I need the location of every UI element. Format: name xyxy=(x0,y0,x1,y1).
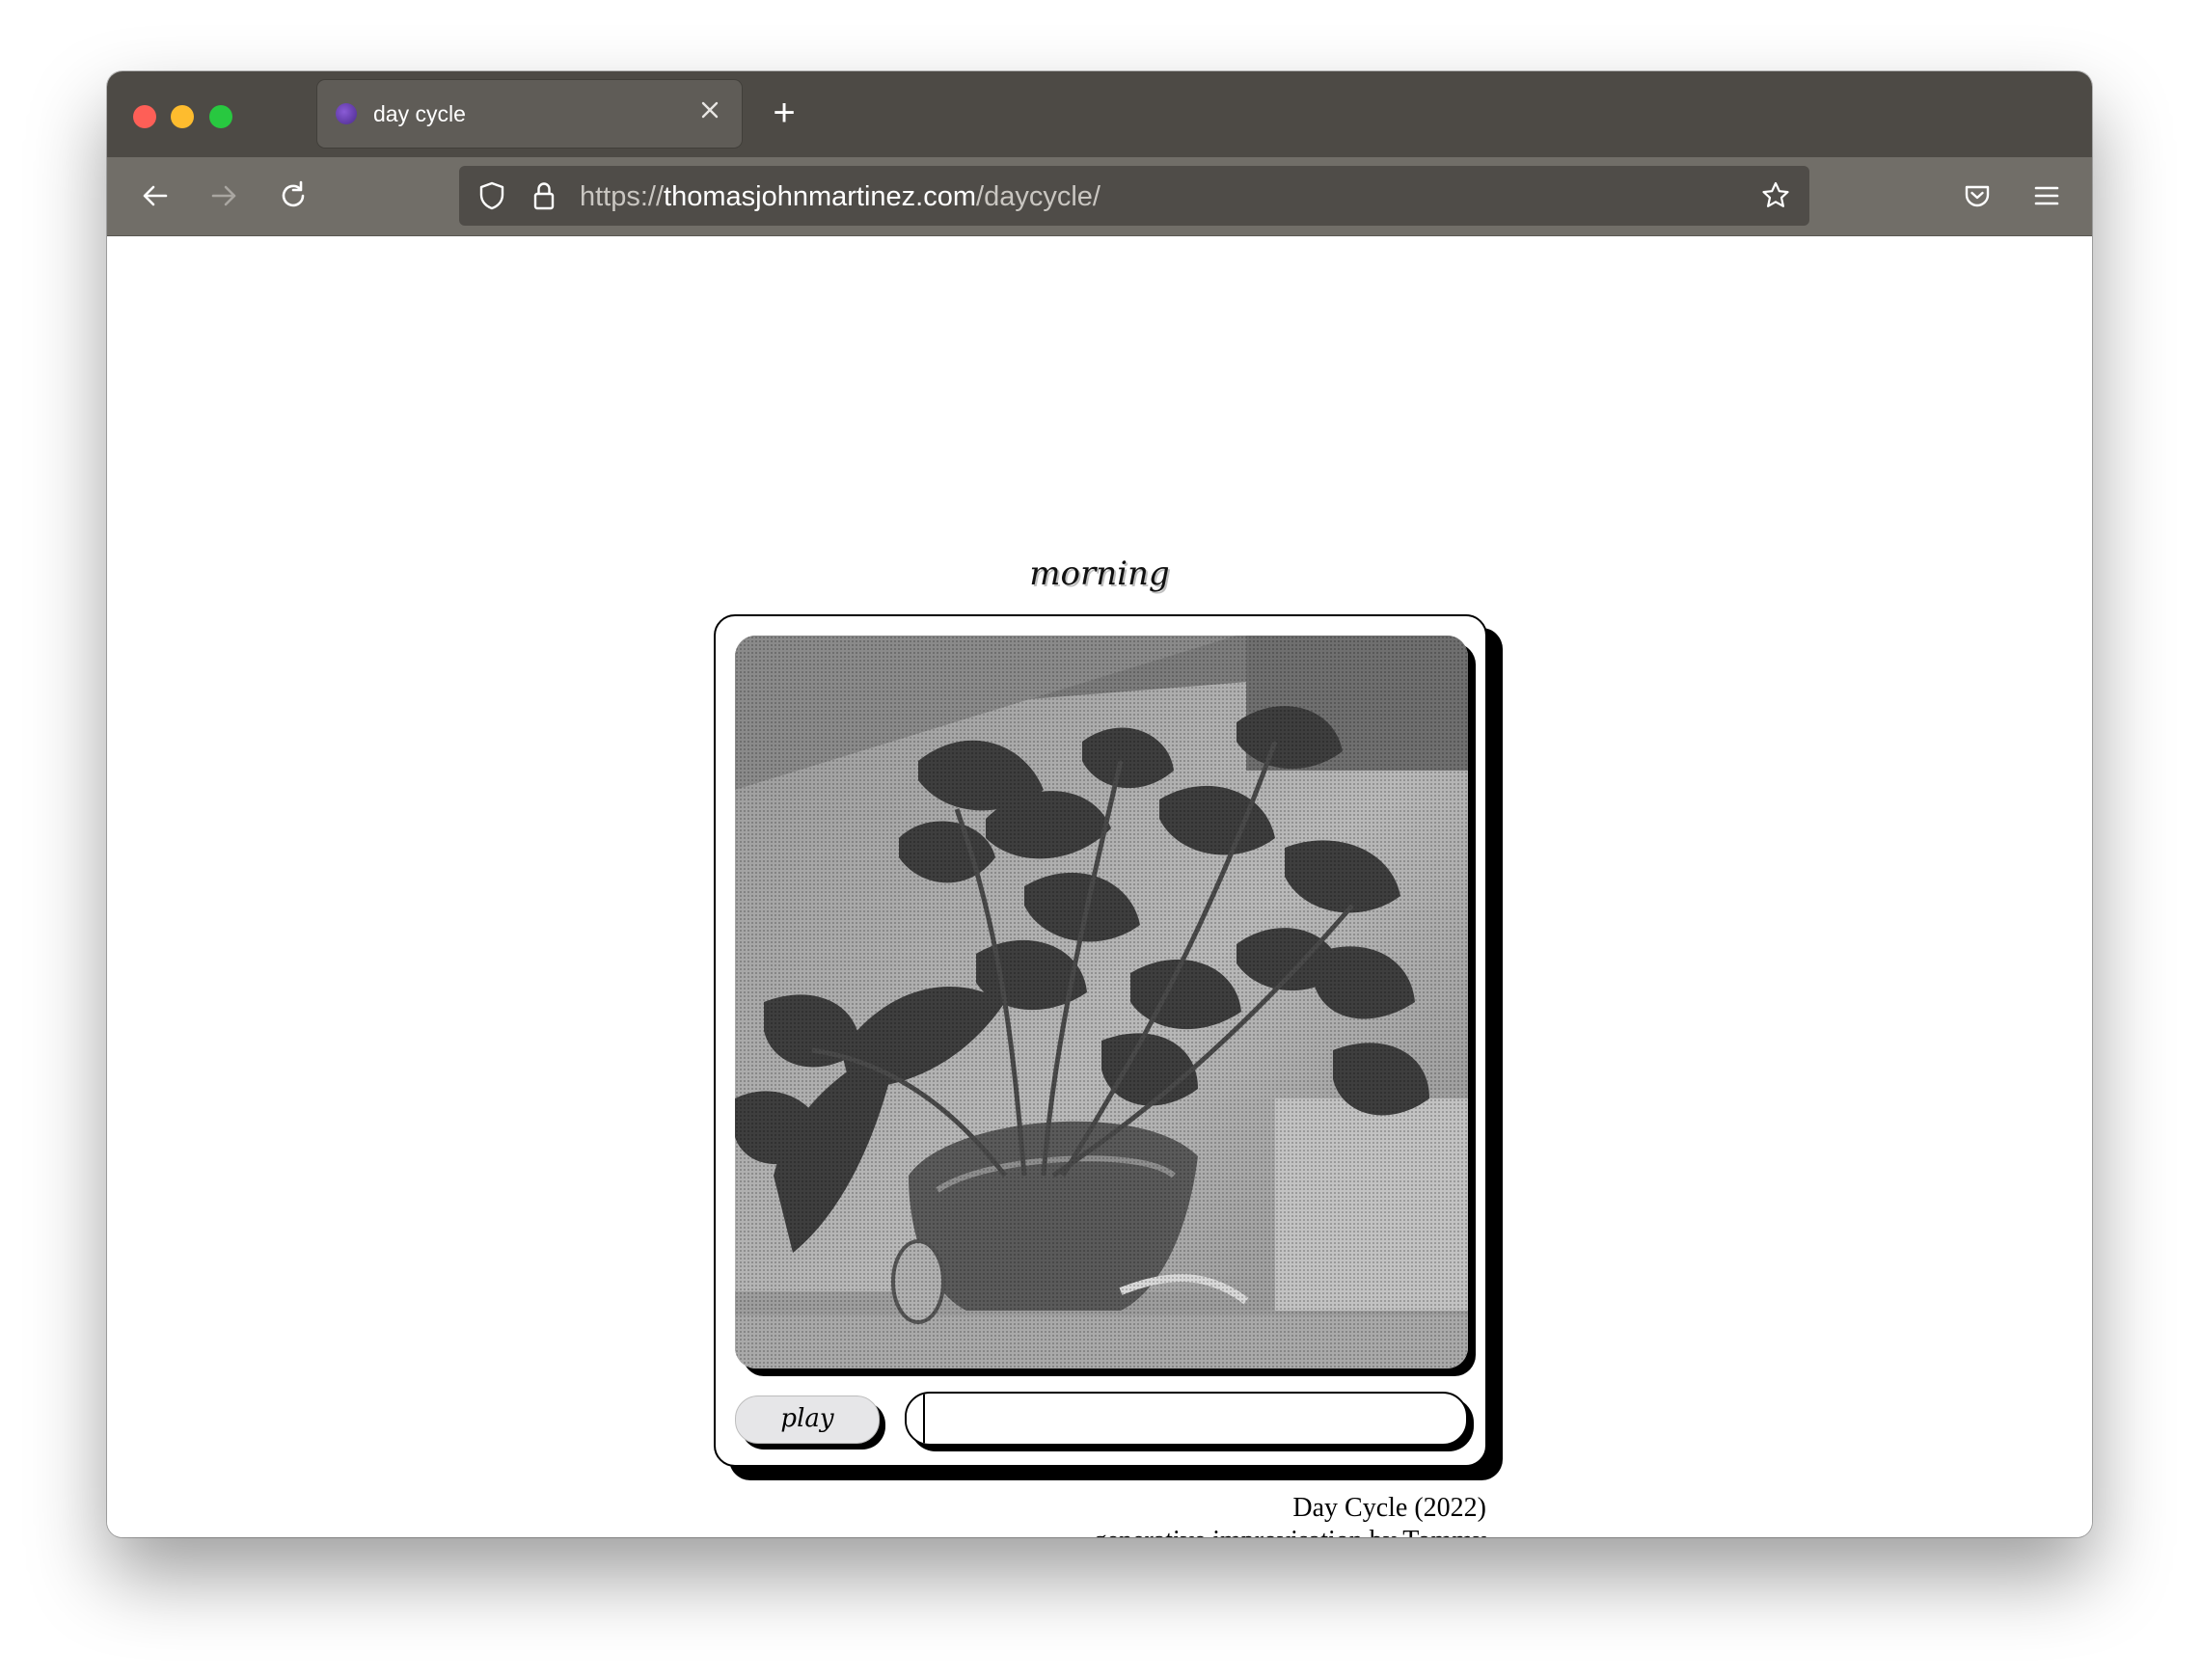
caption-credit: generative improvisation by Tommy xyxy=(1094,1525,1486,1537)
tab-bar: day cycle + xyxy=(107,71,2092,157)
shield-icon[interactable] xyxy=(475,178,509,213)
progress-fill xyxy=(907,1394,926,1444)
lock-icon[interactable] xyxy=(527,178,561,213)
forward-arrow-icon[interactable] xyxy=(204,176,243,215)
back-arrow-icon[interactable] xyxy=(136,176,175,215)
menu-icon[interactable] xyxy=(2027,176,2066,215)
plant-photo xyxy=(735,636,1468,1368)
pocket-icon[interactable] xyxy=(1958,176,1997,215)
reload-icon[interactable] xyxy=(274,176,312,215)
play-button[interactable]: play xyxy=(735,1395,880,1444)
page-content: morning play Day Cycle (2022) xyxy=(107,236,2092,1537)
zoom-window-button[interactable] xyxy=(209,105,232,128)
url-text[interactable]: https://thomasjohnmartinez.com/daycycle/ xyxy=(580,181,1100,212)
navigation-bar: https://thomasjohnmartinez.com/daycycle/ xyxy=(107,157,2092,236)
url-bar[interactable]: https://thomasjohnmartinez.com/daycycle/ xyxy=(459,166,1809,226)
bookmark-star-icon[interactable] xyxy=(1758,178,1793,213)
player-card: play xyxy=(714,614,1487,1467)
caption-title: Day Cycle (2022) xyxy=(1292,1493,1486,1523)
browser-window: day cycle + https://thomasjohnmartinez.c… xyxy=(107,71,2092,1537)
site-favicon xyxy=(336,103,357,124)
stage-title: morning xyxy=(1029,555,1170,593)
minimize-window-button[interactable] xyxy=(171,105,194,128)
new-tab-button[interactable]: + xyxy=(765,94,803,133)
close-window-button[interactable] xyxy=(133,105,156,128)
artwork-caption: Day Cycle (2022) generative improvisatio… xyxy=(1094,1492,1486,1537)
tab-day-cycle[interactable]: day cycle xyxy=(317,80,742,148)
close-icon[interactable] xyxy=(695,95,724,124)
url-path: /daycycle/ xyxy=(976,181,1100,212)
url-host: thomasjohnmartinez.com xyxy=(664,181,977,212)
url-scheme: https:// xyxy=(580,181,665,212)
tab-title: day cycle xyxy=(373,101,466,126)
progress-bar[interactable] xyxy=(905,1392,1468,1446)
